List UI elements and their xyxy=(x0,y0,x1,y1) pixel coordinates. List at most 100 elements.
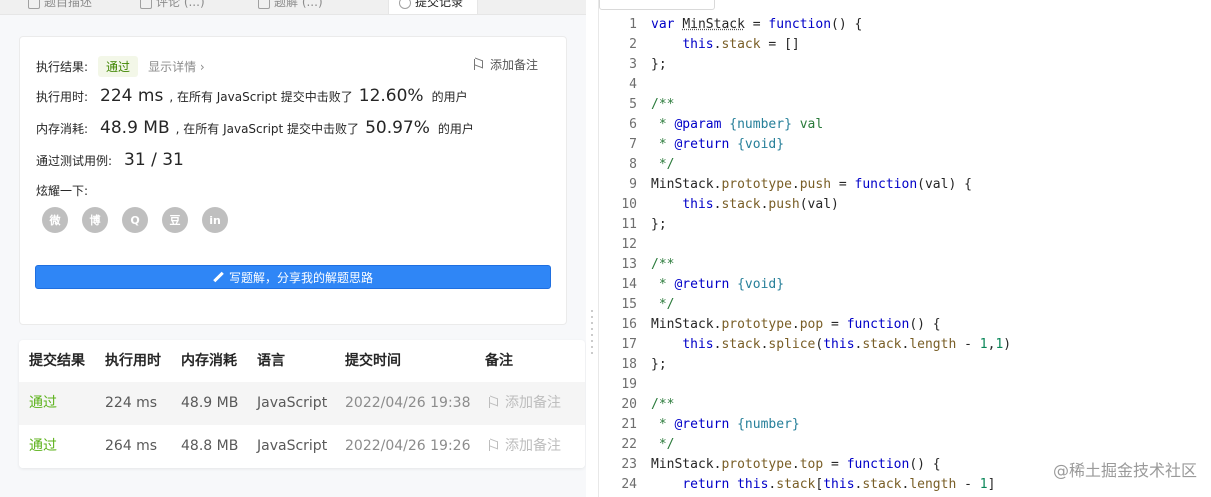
code-line[interactable]: 8 */ xyxy=(599,155,1011,175)
code-line[interactable]: 1 var MinStack = function() { xyxy=(599,15,1011,35)
code-text[interactable]: MinStack.prototype.top = function() { xyxy=(637,455,941,475)
code-editor[interactable]: 1 var MinStack = function() {2 this.stack… xyxy=(598,0,1211,497)
clock-icon xyxy=(399,0,411,9)
code-text[interactable]: * @param {number} val xyxy=(637,115,823,135)
code-text[interactable]: /** xyxy=(637,95,674,115)
flag-icon xyxy=(473,59,484,70)
code-text[interactable]: this.stack.push(val) xyxy=(637,195,839,215)
code-line[interactable]: 20/** xyxy=(599,395,1011,415)
code-line[interactable]: 16 MinStack.prototype.pop = function() { xyxy=(599,315,1011,335)
code-text[interactable]: }; xyxy=(637,55,667,75)
comment-icon xyxy=(140,0,152,9)
problem-tabbar: 题目描述 评论 (...) 题解 (...) 提交记录 xyxy=(0,0,586,15)
language-select[interactable] xyxy=(599,0,715,10)
code-line[interactable]: 17 this.stack.splice(this.stack.length -… xyxy=(599,335,1011,355)
code-line[interactable]: 7 * @return {void} xyxy=(599,135,1011,155)
qq-icon[interactable]: Q xyxy=(122,207,148,233)
share-icons: 微 博 Q 豆 in xyxy=(42,207,228,233)
line-number: 15 xyxy=(621,297,637,312)
memory-value: 48.9 MB xyxy=(100,118,170,138)
pane-resize-handle[interactable] xyxy=(591,310,594,356)
line-number: 7 xyxy=(629,137,637,152)
flag-icon xyxy=(489,397,499,408)
code-line[interactable]: 13/** xyxy=(599,255,1011,275)
runtime-value: 224 ms xyxy=(100,86,164,106)
code-line[interactable]: 14 * @return {void} xyxy=(599,275,1011,295)
code-text[interactable]: MinStack.prototype.push = function(val) … xyxy=(637,175,972,195)
add-note-button[interactable]: 添加备注 xyxy=(489,425,561,468)
add-note-button[interactable]: 添加备注 xyxy=(489,382,561,425)
code-line[interactable]: 24 return this.stack[this.stack.length -… xyxy=(599,475,1011,495)
table-row[interactable]: 通过 224 ms 48.9 MB JavaScript 2022/04/26 … xyxy=(19,382,585,425)
code-text[interactable]: }; xyxy=(637,215,667,235)
code-line[interactable]: 19 xyxy=(599,375,1011,395)
code-line[interactable]: 4 xyxy=(599,75,1011,95)
line-number: 21 xyxy=(621,417,637,432)
runtime-percentile: 12.60% xyxy=(358,86,424,106)
code-line[interactable]: 5/** xyxy=(599,95,1011,115)
pencil-icon xyxy=(213,272,223,282)
code-line[interactable]: 11}; xyxy=(599,215,1011,235)
table-row[interactable]: 通过 264 ms 48.8 MB JavaScript 2022/04/26 … xyxy=(19,425,585,468)
code-line[interactable]: 9 MinStack.prototype.push = function(val)… xyxy=(599,175,1011,195)
code-text[interactable]: var MinStack = function() { xyxy=(637,15,862,35)
code-area[interactable]: 1 var MinStack = function() {2 this.stack… xyxy=(599,15,1011,495)
code-text[interactable] xyxy=(637,375,651,395)
code-text[interactable]: */ xyxy=(637,295,675,315)
code-text[interactable]: }; xyxy=(637,355,667,375)
flask-icon xyxy=(258,0,270,9)
douban-icon[interactable]: 豆 xyxy=(162,207,188,233)
submissions-table: 提交结果 执行用时 内存消耗 语言 提交时间 备注 通过 224 ms 48.9… xyxy=(19,340,585,468)
line-number: 13 xyxy=(621,257,637,272)
line-number: 17 xyxy=(621,337,637,352)
code-text[interactable] xyxy=(637,235,651,255)
code-line[interactable]: 22 */ xyxy=(599,435,1011,455)
code-text[interactable]: this.stack.splice(this.stack.length - 1,… xyxy=(637,335,1011,355)
line-number: 19 xyxy=(621,377,637,392)
code-line[interactable]: 2 this.stack = [] xyxy=(599,35,1011,55)
tab-comments[interactable]: 评论 (...) xyxy=(140,0,205,14)
tab-solutions[interactable]: 题解 (...) xyxy=(258,0,323,14)
status-link[interactable]: 通过 xyxy=(29,425,57,468)
weibo-icon[interactable]: 博 xyxy=(82,207,108,233)
wechat-icon[interactable]: 微 xyxy=(42,207,68,233)
tab-submissions[interactable]: 提交记录 xyxy=(388,0,478,14)
add-note-button[interactable]: 添加备注 xyxy=(473,56,538,73)
share-label: 炫耀一下: xyxy=(36,184,89,198)
line-number: 2 xyxy=(629,37,637,52)
code-text[interactable]: * @return {void} xyxy=(637,275,784,295)
code-text[interactable]: /** xyxy=(637,395,674,415)
code-line[interactable]: 18}; xyxy=(599,355,1011,375)
code-text[interactable]: return this.stack[this.stack.length - 1] xyxy=(637,475,995,495)
status-link[interactable]: 通过 xyxy=(29,382,57,425)
write-solution-button[interactable]: 写题解，分享我的解题思路 xyxy=(35,265,551,289)
code-text[interactable]: * @return {void} xyxy=(637,135,784,155)
line-number: 9 xyxy=(629,177,637,192)
line-number: 12 xyxy=(621,237,637,252)
code-text[interactable] xyxy=(637,75,651,95)
code-text[interactable]: this.stack = [] xyxy=(637,35,799,55)
code-text[interactable]: */ xyxy=(637,435,675,455)
code-line[interactable]: 21 * @return {number} xyxy=(599,415,1011,435)
tab-description[interactable]: 题目描述 xyxy=(28,0,92,14)
code-text[interactable]: */ xyxy=(637,155,675,175)
code-line[interactable]: 6 * @param {number} val xyxy=(599,115,1011,135)
tests-value: 31 / 31 xyxy=(124,150,184,170)
code-line[interactable]: 23 MinStack.prototype.top = function() { xyxy=(599,455,1011,475)
result-card: 执行结果: 通过 显示详情 › 添加备注 执行用时: 224 ms , 在所有 … xyxy=(19,36,567,325)
line-number: 22 xyxy=(621,437,637,452)
code-line[interactable]: 10 this.stack.push(val) xyxy=(599,195,1011,215)
code-text[interactable]: * @return {number} xyxy=(637,415,800,435)
code-text[interactable]: MinStack.prototype.pop = function() { xyxy=(637,315,941,335)
line-number: 24 xyxy=(621,477,637,492)
editor-toolbar-button[interactable] xyxy=(739,0,799,10)
code-line[interactable]: 12 xyxy=(599,235,1011,255)
show-details-link[interactable]: 显示详情 › xyxy=(148,58,205,75)
line-number: 11 xyxy=(621,217,637,232)
code-text[interactable]: /** xyxy=(637,255,674,275)
code-line[interactable]: 3}; xyxy=(599,55,1011,75)
line-number: 8 xyxy=(629,157,637,172)
exec-result-row: 执行结果: 通过 显示详情 › xyxy=(36,56,205,77)
code-line[interactable]: 15 */ xyxy=(599,295,1011,315)
linkedin-icon[interactable]: in xyxy=(202,207,228,233)
